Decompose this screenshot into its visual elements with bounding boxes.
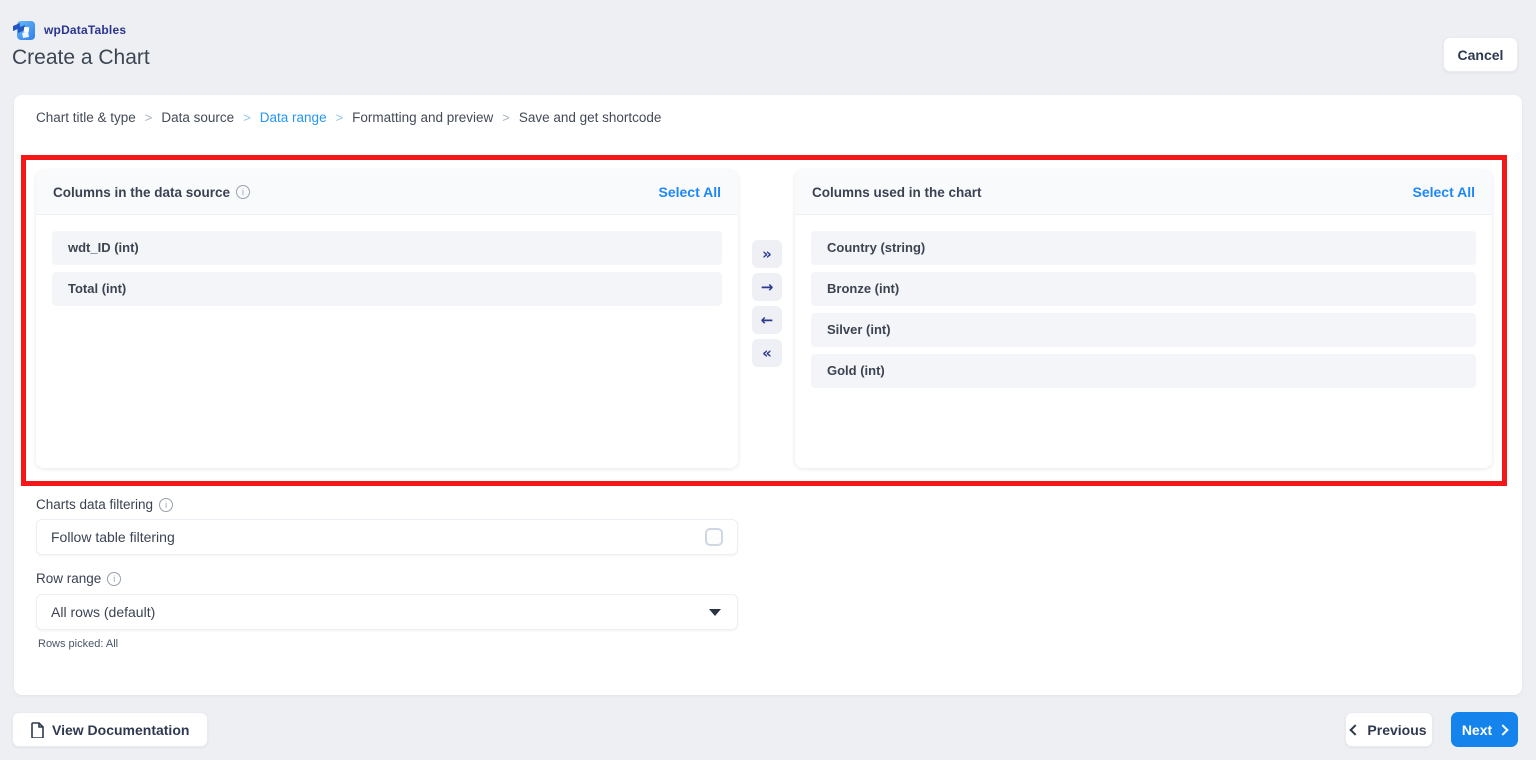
select-all-chart-button[interactable]: Select All (1412, 184, 1475, 200)
charts-data-filtering-label: Charts data filtering (36, 497, 174, 512)
panel-title: Columns in the data source (53, 184, 251, 200)
chevron-right-icon (1497, 723, 1509, 736)
breadcrumb-step-data-source[interactable]: Data source (161, 110, 234, 125)
chevron-left-icon (1349, 723, 1362, 736)
move-left-button[interactable]: ← (752, 306, 782, 334)
row-range-text: Row range (36, 571, 102, 586)
source-column-item[interactable]: wdt_ID (int) (52, 231, 722, 265)
follow-table-filtering-row: Follow table filtering (36, 519, 738, 555)
breadcrumb-separator: > (502, 110, 510, 125)
row-range-label: Row range (36, 571, 122, 586)
breadcrumb-separator: > (243, 110, 251, 125)
next-button[interactable]: Next (1451, 712, 1518, 747)
breadcrumb-step-chart-title-type[interactable]: Chart title & type (36, 110, 136, 125)
row-range-selected-value: All rows (default) (51, 604, 156, 620)
page-title: Create a Chart (12, 46, 150, 69)
info-icon[interactable] (159, 497, 174, 512)
panel-columns-in-data-source: Columns in the data source Select All wd… (36, 170, 738, 468)
breadcrumb-separator: > (144, 110, 153, 125)
transfer-buttons: » → ← « (752, 240, 782, 367)
next-label: Next (1461, 721, 1493, 738)
select-all-source-button[interactable]: Select All (658, 184, 721, 200)
chart-column-item[interactable]: Gold (int) (811, 354, 1476, 388)
previous-button[interactable]: Previous (1345, 712, 1433, 747)
view-documentation-label: View Documentation (52, 721, 190, 738)
breadcrumb-step-data-range[interactable]: Data range (260, 110, 327, 125)
breadcrumb: Chart title & type > Data source > Data … (36, 110, 661, 125)
view-documentation-button[interactable]: View Documentation (12, 712, 209, 747)
info-icon[interactable] (236, 185, 251, 199)
move-right-button[interactable]: → (752, 273, 782, 301)
row-range-dropdown[interactable]: All rows (default) (36, 594, 738, 630)
top-header: wpDataTables Create a Chart Cancel (0, 0, 1536, 95)
document-icon (31, 721, 44, 738)
brand: wpDataTables (12, 18, 126, 42)
panel-title-label: Columns in the data source (53, 184, 231, 200)
breadcrumb-step-formatting-preview[interactable]: Formatting and preview (352, 110, 493, 125)
panel-header: Columns used in the chart Select All (795, 170, 1492, 215)
charts-data-filtering-text: Charts data filtering (36, 497, 154, 512)
chart-column-item[interactable]: Bronze (int) (811, 272, 1476, 306)
info-icon[interactable] (107, 571, 122, 586)
panel-title-label: Columns used in the chart (812, 184, 982, 200)
create-chart-page: wpDataTables Create a Chart Cancel Chart… (0, 0, 1536, 760)
panel-body: Country (string) Bronze (int) Silver (in… (795, 215, 1492, 411)
rows-picked-note: Rows picked: All (38, 638, 119, 650)
previous-label: Previous (1367, 721, 1427, 738)
move-all-left-button[interactable]: « (752, 339, 782, 367)
chart-column-item[interactable]: Country (string) (811, 231, 1476, 265)
panel-title: Columns used in the chart (812, 185, 982, 200)
brand-name: wpDataTables (44, 23, 127, 37)
panel-body: wdt_ID (int) Total (int) (36, 215, 738, 329)
breadcrumb-step-save-shortcode[interactable]: Save and get shortcode (519, 110, 662, 125)
chevron-down-icon (709, 608, 721, 616)
follow-table-filtering-checkbox[interactable] (705, 528, 723, 546)
breadcrumb-separator: > (335, 110, 344, 125)
cancel-button[interactable]: Cancel (1443, 37, 1518, 72)
panel-header: Columns in the data source Select All (36, 170, 738, 215)
panel-columns-used-in-chart: Columns used in the chart Select All Cou… (795, 170, 1492, 468)
chart-column-item[interactable]: Silver (int) (811, 313, 1476, 347)
source-column-item[interactable]: Total (int) (52, 272, 722, 306)
wpdatatables-logo-icon (12, 18, 36, 42)
follow-table-filtering-label: Follow table filtering (51, 529, 175, 545)
move-all-right-button[interactable]: » (752, 240, 782, 268)
